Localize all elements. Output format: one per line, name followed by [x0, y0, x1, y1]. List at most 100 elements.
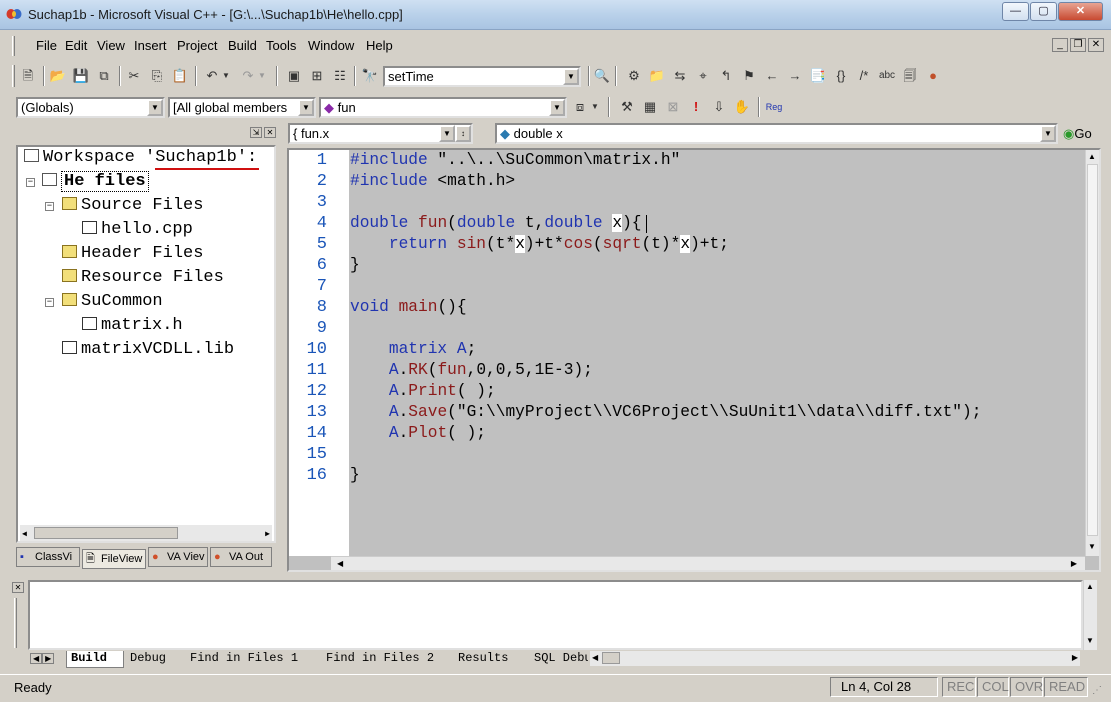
reparse-icon[interactable]: 🗐 [900, 66, 920, 86]
tree-file-hello[interactable]: hello.cpp [82, 219, 193, 241]
va-open-corresponding-icon[interactable]: ⇆ [670, 66, 690, 86]
chevron-down-icon[interactable]: ▼ [1040, 125, 1056, 142]
wizard-action-dropdown-icon[interactable]: ▼ [590, 97, 600, 117]
output-grip[interactable] [14, 598, 17, 648]
tab-sql-debug[interactable]: SQL Debu [530, 651, 588, 668]
back-arrow-icon[interactable]: ← [762, 66, 782, 86]
filter-combo[interactable]: [All global members ▼ [168, 97, 316, 118]
output-close-button[interactable]: ✕ [12, 582, 24, 593]
output-vscrollbar[interactable]: ▲ ▼ [1083, 580, 1097, 650]
workspace-float-button[interactable]: ⇲ [250, 127, 262, 138]
scroll-thumb[interactable] [34, 527, 178, 539]
mdi-restore-button[interactable]: ❐ [1070, 38, 1086, 52]
chevron-down-icon[interactable]: ▼ [147, 99, 163, 116]
menu-edit[interactable]: Edit [65, 38, 87, 53]
scroll-down-icon[interactable]: ▼ [1088, 542, 1096, 551]
wizard-action-icon[interactable]: ⧈ [570, 97, 590, 117]
tab-find-in-files-2[interactable]: Find in Files 2 [322, 651, 452, 668]
menu-help[interactable]: Help [366, 38, 393, 53]
scope-combo[interactable]: { fun.x ▼ ↕ [288, 123, 473, 144]
scroll-thumb[interactable] [1087, 164, 1098, 536]
go-button[interactable]: ◉Go [1063, 124, 1099, 144]
resize-grip-icon[interactable]: ⋰ [1092, 685, 1102, 696]
chevron-down-icon[interactable]: ▼ [439, 125, 455, 142]
chevron-down-icon[interactable]: ▼ [298, 99, 314, 116]
menu-view[interactable]: View [97, 38, 125, 53]
comment-icon[interactable]: /* [854, 66, 874, 86]
spell-check-icon[interactable]: abc [877, 66, 897, 86]
va-bookmark-icon[interactable]: ⚑ [739, 66, 759, 86]
find-in-files-icon[interactable]: 🔭 [360, 66, 380, 86]
symbol-combo[interactable]: ◆ double x ▼ [495, 123, 1058, 144]
find-combo[interactable]: setTime ▼ [383, 66, 581, 87]
scroll-up-icon[interactable]: ▲ [1086, 582, 1094, 591]
toolbar-grip[interactable] [12, 65, 15, 87]
scroll-left-icon[interactable]: ◀ [22, 529, 27, 539]
breakpoint-hand-icon[interactable]: ✋ [732, 97, 752, 117]
menu-insert[interactable]: Insert [134, 38, 167, 53]
tab-next-icon[interactable]: ▶ [42, 653, 55, 664]
tab-results[interactable]: Results [454, 651, 530, 668]
redo-dropdown-icon[interactable]: ▼ [257, 66, 267, 86]
project-node[interactable]: He files [42, 171, 149, 193]
build-icon[interactable]: ▦ [640, 97, 660, 117]
insert-snippet-icon[interactable]: {} [831, 66, 851, 86]
maximize-button[interactable]: ▢ [1030, 2, 1057, 21]
output-window-icon[interactable]: ⊞ [307, 66, 327, 86]
va-open-file-icon[interactable]: 📁 [647, 66, 667, 86]
tree-folder-resource[interactable]: Resource Files [62, 267, 224, 289]
paste-history-icon[interactable]: 📑 [808, 66, 828, 86]
scroll-right-icon[interactable]: ▶ [1072, 653, 1078, 662]
open-icon[interactable]: 📂 [48, 66, 68, 86]
code-area[interactable]: #include "..\..\SuCommon\matrix.h" #incl… [349, 150, 1085, 556]
scroll-right-icon[interactable]: ▶ [1071, 559, 1077, 568]
tab-fileview[interactable]: 🗎 FileView [82, 549, 146, 569]
tree-folder-source[interactable]: Source Files [62, 195, 203, 217]
undo-icon[interactable]: ↶ [202, 66, 222, 86]
code-editor[interactable]: 1 2 3 4 5 6 7 8 9 10 11 12 13 14 15 16 #… [287, 148, 1101, 572]
tree-file-lib[interactable]: matrixVCDLL.lib [62, 339, 234, 361]
chevron-down-icon[interactable]: ▼ [563, 68, 579, 85]
save-all-icon[interactable]: ⧉ [94, 66, 114, 86]
editor-hscrollbar[interactable]: ◀ ▶ [331, 556, 1085, 570]
redo-icon[interactable]: ↷ [238, 66, 258, 86]
forward-arrow-icon[interactable]: → [785, 66, 805, 86]
registry-icon[interactable]: Reg [764, 97, 784, 117]
stop-build-icon[interactable]: ⊠ [663, 97, 683, 117]
menubar-grip[interactable] [12, 36, 15, 56]
undo-dropdown-icon[interactable]: ▼ [221, 66, 231, 86]
workspace-window-icon[interactable]: ▣ [284, 66, 304, 86]
tomato-icon[interactable]: ● [923, 66, 943, 86]
tree-folder-header[interactable]: Header Files [62, 243, 203, 265]
tab-va-outline[interactable]: ● VA Out [210, 547, 272, 567]
chevron-down-icon[interactable]: ▼ [549, 99, 565, 116]
member-combo[interactable]: ◆ fun ▼ [319, 97, 567, 118]
collapse-icon[interactable]: − [45, 298, 54, 307]
tab-prev-icon[interactable]: ◀ [30, 653, 43, 664]
go-debug-icon[interactable]: ⇩ [709, 97, 729, 117]
minimize-button[interactable]: — [1002, 2, 1029, 21]
window-list-icon[interactable]: ☷ [330, 66, 350, 86]
tab-va-view[interactable]: ● VA Viev [148, 547, 208, 567]
tab-debug[interactable]: Debug [126, 651, 186, 668]
tree-folder-sucommon[interactable]: SuCommon [62, 291, 163, 313]
editor-vscrollbar[interactable]: ▲ ▼ [1085, 150, 1099, 556]
va-goto-icon[interactable]: ↰ [716, 66, 736, 86]
scroll-down-icon[interactable]: ▼ [1086, 636, 1094, 645]
menu-project[interactable]: Project [177, 38, 217, 53]
tab-classview[interactable]: ▪ ClassVi [16, 547, 80, 567]
workspace-hscrollbar[interactable]: ◀ ▶ [20, 525, 272, 541]
output-hscrollbar[interactable]: ◀ ▶ [590, 651, 1080, 666]
selection-margin[interactable] [331, 150, 349, 556]
scroll-right-icon[interactable]: ▶ [265, 529, 270, 539]
menu-file[interactable]: File [36, 38, 57, 53]
cut-icon[interactable]: ✂ [124, 66, 144, 86]
workspace-close-button[interactable]: ✕ [264, 127, 276, 138]
scroll-thumb[interactable] [602, 652, 620, 664]
scroll-left-icon[interactable]: ◀ [337, 559, 343, 568]
scroll-up-icon[interactable]: ▲ [1088, 152, 1096, 161]
find-icon[interactable]: 🔍 [592, 66, 612, 86]
mdi-minimize-button[interactable]: _ [1052, 38, 1068, 52]
execute-icon[interactable]: ! [686, 97, 706, 117]
menu-tools[interactable]: Tools [266, 38, 296, 53]
